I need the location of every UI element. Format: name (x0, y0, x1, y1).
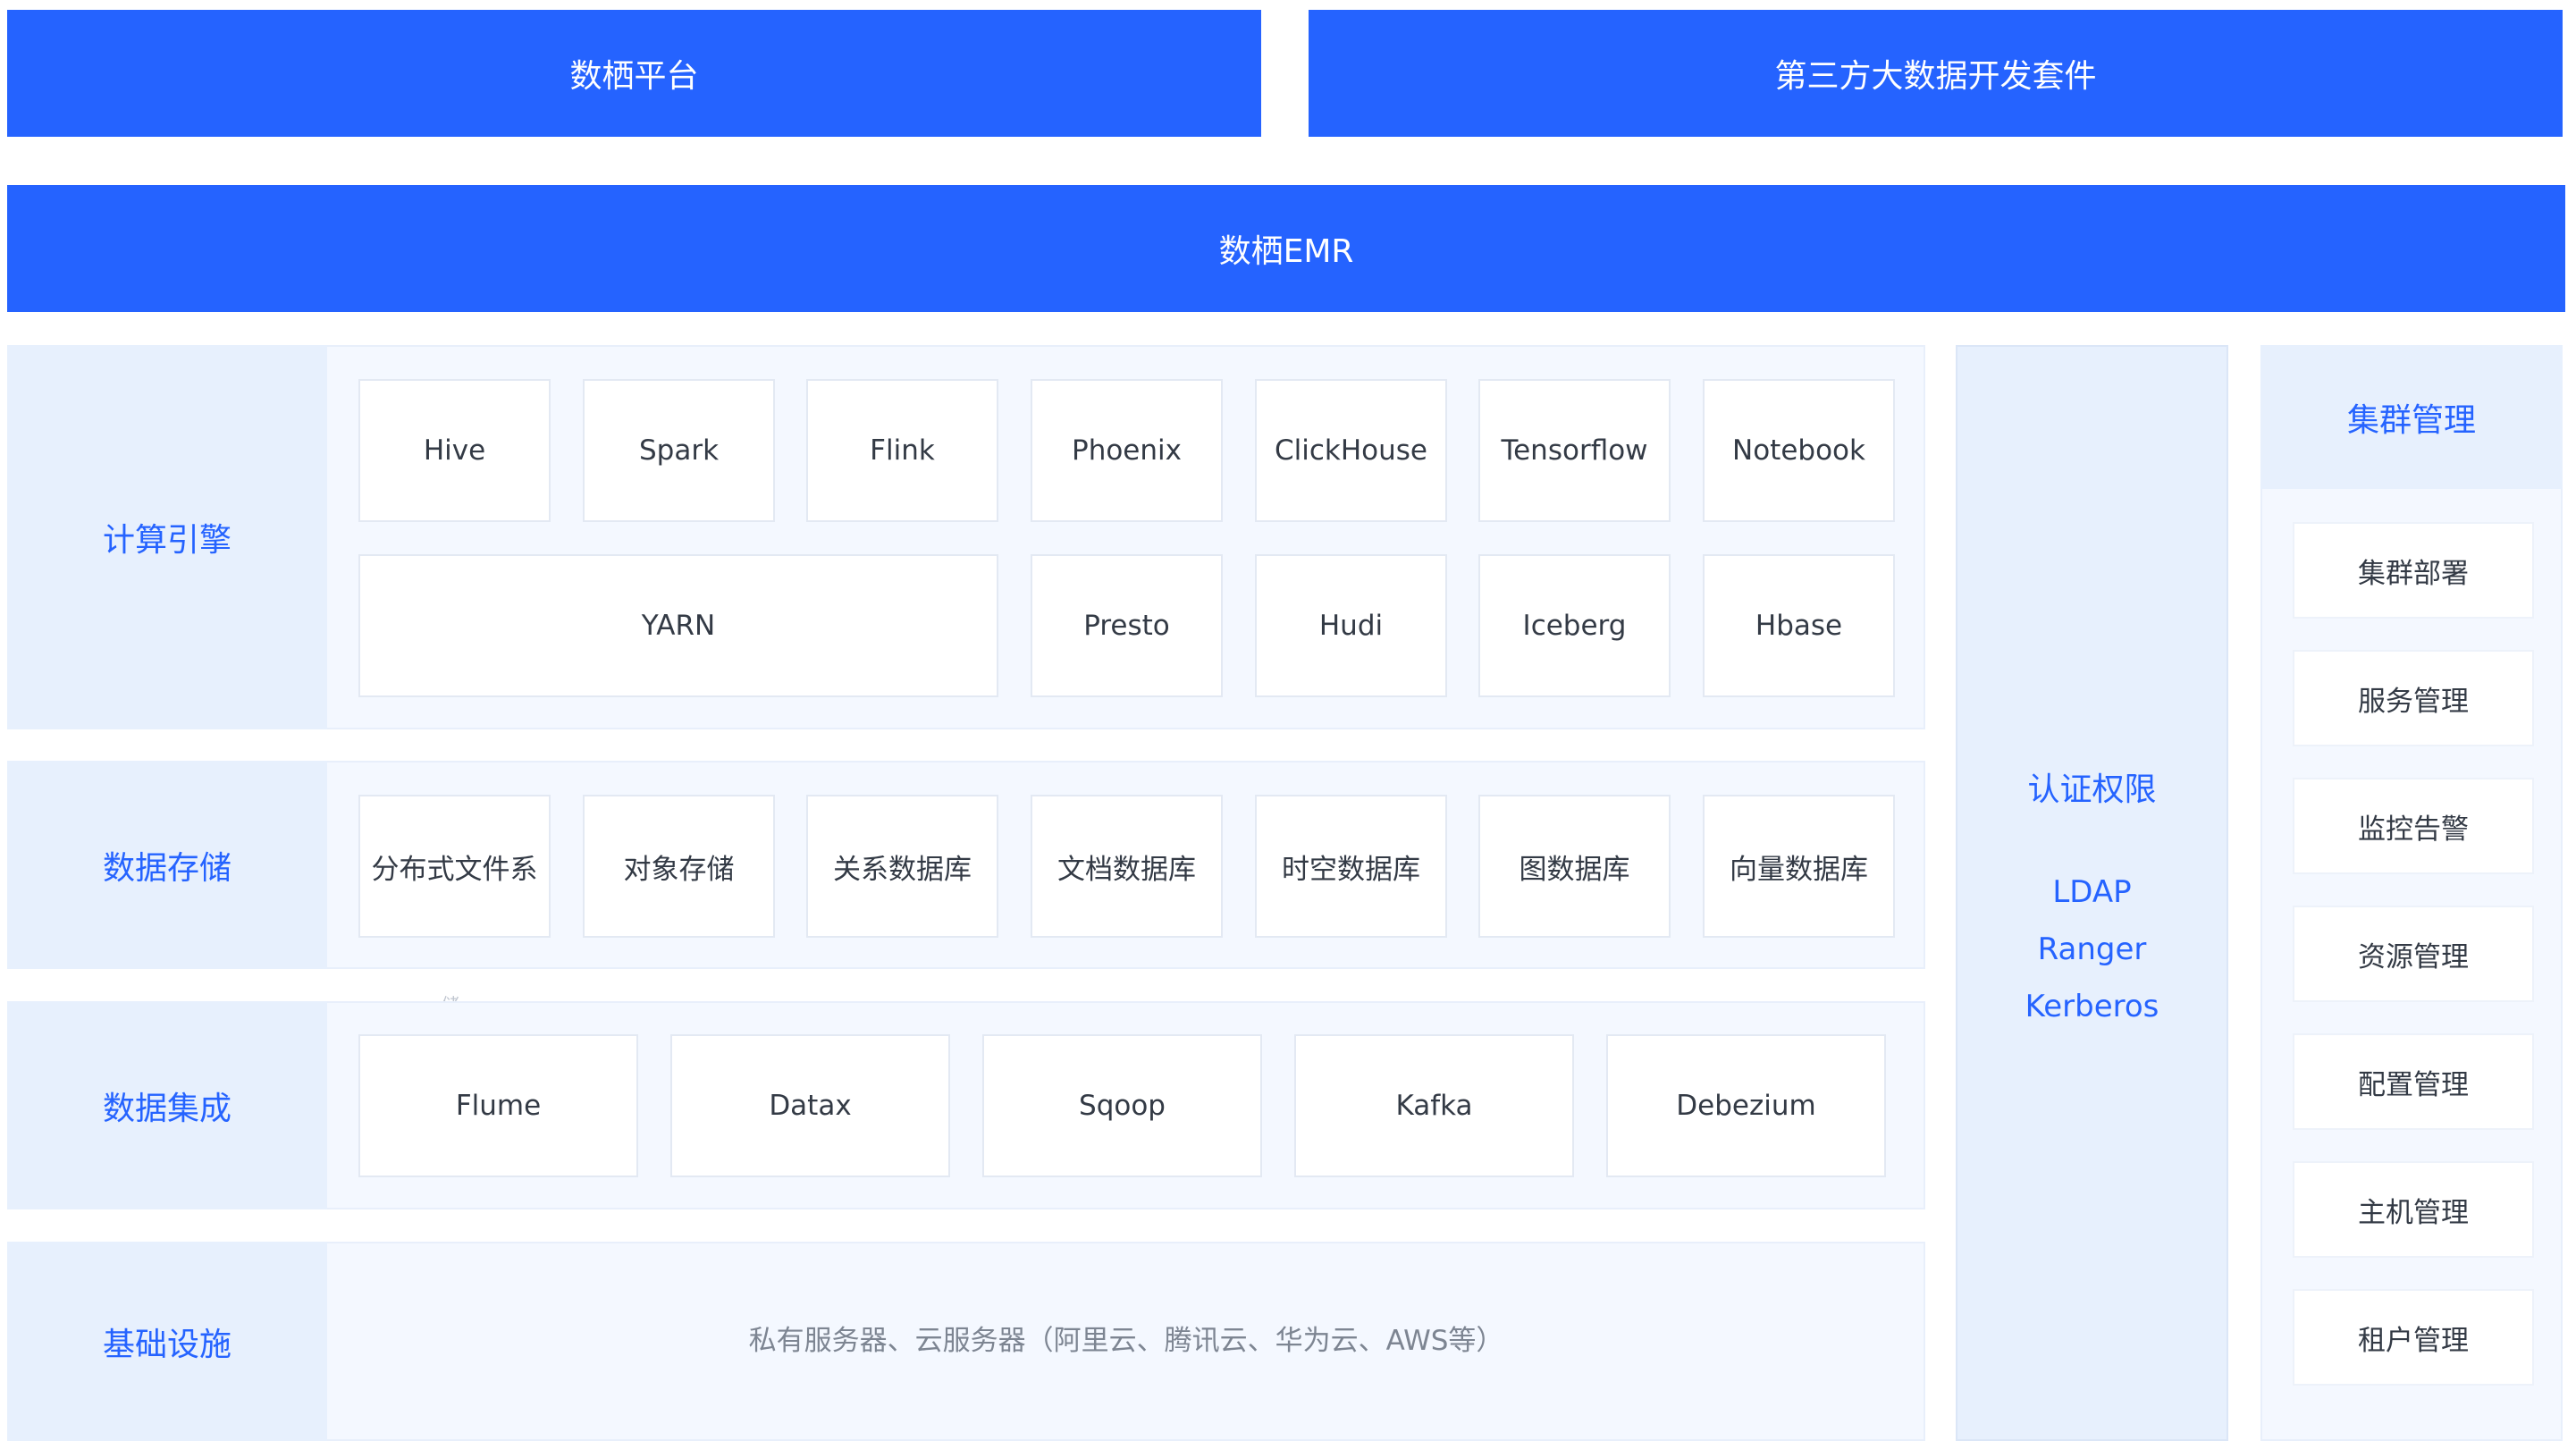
compute-label-cell: 计算引擎 (7, 345, 327, 729)
cluster-title: 集群管理 (2346, 401, 2476, 439)
storage-box: 向量数据库 (1703, 795, 1895, 938)
engine-box: Hbase (1703, 554, 1895, 697)
cluster-item-label: 集群部署 (2358, 557, 2469, 590)
cluster-header: 集群管理 (2260, 345, 2563, 489)
infra-label: 基础设施 (102, 1326, 232, 1363)
cluster-item: 集群部署 (2293, 522, 2534, 619)
cluster-item-label: 资源管理 (2358, 940, 2469, 973)
cluster-item: 配置管理 (2293, 1033, 2534, 1130)
integration-item-label: Kafka (1395, 1090, 1473, 1122)
cluster-item: 主机管理 (2293, 1161, 2534, 1258)
storage-box: 分布式文件系 (358, 795, 551, 938)
storage-item-label: 关系数据库 (833, 853, 972, 886)
compute-label: 计算引擎 (102, 522, 232, 559)
integration-item-label: Datax (769, 1090, 852, 1122)
auth-item-ranger: Ranger (2037, 931, 2147, 967)
integration-item-label: Sqoop (1079, 1090, 1166, 1122)
cluster-item: 资源管理 (2293, 906, 2534, 1002)
storage-item-label: 对象存储 (623, 853, 735, 886)
integration-item-label: Flume (455, 1090, 542, 1122)
engine-box: Hive (358, 379, 551, 522)
integration-box: Debezium (1606, 1034, 1886, 1177)
engine-label: Phoenix (1072, 434, 1182, 467)
cluster-item-label: 主机管理 (2358, 1196, 2469, 1229)
storage-box: 对象存储 (583, 795, 775, 938)
infra-description: 私有服务器、云服务器（阿里云、腾讯云、华为云、AWS等） (327, 1242, 1925, 1433)
storage-box: 时空数据库 (1255, 795, 1447, 938)
storage-label-cell: 数据存储 (7, 761, 327, 969)
engine-label: Hive (423, 434, 486, 467)
storage-label: 数据存储 (102, 849, 232, 887)
integration-box: Kafka (1294, 1034, 1574, 1177)
engine-label: Hbase (1755, 610, 1843, 642)
engine-label: Iceberg (1522, 610, 1627, 642)
engine-box: Notebook (1703, 379, 1895, 522)
storage-item-label: 图数据库 (1519, 853, 1630, 886)
engine-box: ClickHouse (1255, 379, 1447, 522)
engine-box: Tensorflow (1478, 379, 1671, 522)
integration-item-label: Debezium (1676, 1090, 1816, 1122)
emr-bar: 数栖EMR (7, 185, 2565, 312)
storage-item-label: 文档数据库 (1057, 853, 1196, 886)
third-party-title: 第三方大数据开发套件 (1774, 58, 2097, 95)
engine-box: Iceberg (1478, 554, 1671, 697)
integration-label: 数据集成 (102, 1090, 232, 1127)
auth-item-ldap: LDAP (2052, 874, 2132, 910)
integration-box: Datax (670, 1034, 950, 1177)
engine-label: Hudi (1318, 610, 1384, 642)
engine-label: Flink (870, 434, 935, 467)
third-party-bar: 第三方大数据开发套件 (1309, 10, 2563, 137)
integration-label-cell: 数据集成 (7, 1001, 327, 1209)
engine-label: Tensorflow (1501, 434, 1648, 467)
engine-box: Spark (583, 379, 775, 522)
engine-label: ClickHouse (1274, 434, 1427, 467)
engine-box-wide: YARN (358, 554, 998, 697)
platform-title: 数栖平台 (569, 58, 699, 95)
storage-item-label: 向量数据库 (1730, 853, 1868, 886)
infra-text: 私有服务器、云服务器（阿里云、腾讯云、华为云、AWS等） (748, 1324, 1504, 1357)
auth-item-kerberos: Kerberos (2025, 989, 2159, 1024)
integration-box: Sqoop (982, 1034, 1262, 1177)
storage-item-label: 时空数据库 (1282, 853, 1420, 886)
storage-box: 关系数据库 (806, 795, 998, 938)
cluster-item-label: 配置管理 (2358, 1068, 2469, 1101)
storage-box: 文档数据库 (1031, 795, 1223, 938)
cluster-panel (2260, 345, 2563, 1441)
cluster-item-label: 服务管理 (2358, 685, 2469, 718)
storage-item-label: 分布式文件系 (371, 853, 538, 886)
engine-box: Presto (1031, 554, 1223, 697)
engine-label: YARN (641, 610, 716, 642)
integration-box: Flume (358, 1034, 638, 1177)
infra-label-cell: 基础设施 (7, 1242, 327, 1441)
cluster-item-label: 监控告警 (2358, 813, 2469, 846)
engine-box: Hudi (1255, 554, 1447, 697)
storage-box: 图数据库 (1478, 795, 1671, 938)
auth-title: 认证权限 (2027, 771, 2157, 808)
platform-bar: 数栖平台 (7, 10, 1261, 137)
cluster-item: 服务管理 (2293, 650, 2534, 746)
auth-column: 认证权限 LDAP Ranger Kerberos (1956, 345, 2228, 1441)
engine-label: Presto (1083, 610, 1170, 642)
engine-box: Phoenix (1031, 379, 1223, 522)
engine-box: Flink (806, 379, 998, 522)
engine-label: Notebook (1732, 434, 1865, 467)
cluster-item-label: 租户管理 (2358, 1324, 2469, 1357)
cluster-item: 监控告警 (2293, 778, 2534, 874)
engine-label: Spark (638, 434, 720, 467)
cluster-item: 租户管理 (2293, 1289, 2534, 1386)
emr-title: 数栖EMR (1218, 233, 1354, 270)
